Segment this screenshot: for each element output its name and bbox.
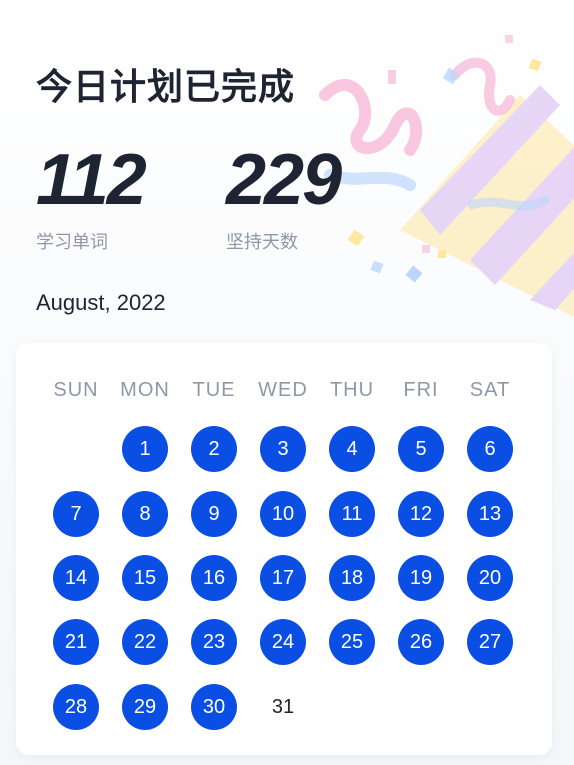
stat-streak-days: 229 坚持天数 xyxy=(226,140,342,254)
calendar-day-completed[interactable]: 21 xyxy=(53,619,99,665)
calendar-day-completed[interactable]: 11 xyxy=(329,491,375,537)
calendar-day-completed[interactable]: 8 xyxy=(122,491,168,537)
weekday-fri: FRI xyxy=(403,379,439,401)
calendar-day-completed[interactable]: 13 xyxy=(467,491,513,537)
page-title: 今日计划已完成 xyxy=(36,67,296,108)
calendar-card: SUN MON TUE WED THU FRI SAT 1 2 3 4 5 6 7 8 9 10 1… xyxy=(16,343,552,755)
calendar-day-completed[interactable]: 1 xyxy=(122,426,168,472)
calendar-day-completed[interactable]: 26 xyxy=(398,619,444,665)
weekday-wed: WED xyxy=(258,379,308,401)
weekday-header: SUN MON TUE WED THU FRI SAT xyxy=(16,379,552,403)
calendar-day-completed[interactable]: 7 xyxy=(53,491,99,537)
calendar-day-completed[interactable]: 29 xyxy=(122,684,168,730)
calendar-day-completed[interactable]: 24 xyxy=(260,619,306,665)
stat-words: 112 学习单词 xyxy=(36,140,147,254)
weekday-mon: MON xyxy=(120,379,170,401)
calendar-day-completed[interactable]: 9 xyxy=(191,491,237,537)
calendar-day-completed[interactable]: 6 xyxy=(467,426,513,472)
calendar-day-completed[interactable]: 30 xyxy=(191,684,237,730)
calendar-day-completed[interactable]: 14 xyxy=(53,555,99,601)
calendar-day-completed[interactable]: 20 xyxy=(467,555,513,601)
calendar-day-completed[interactable]: 27 xyxy=(467,619,513,665)
calendar-day-completed[interactable]: 17 xyxy=(260,555,306,601)
calendar-day-completed[interactable]: 19 xyxy=(398,555,444,601)
calendar-day-completed[interactable]: 15 xyxy=(122,555,168,601)
calendar-day-completed[interactable]: 16 xyxy=(191,555,237,601)
stat-words-label: 学习单词 xyxy=(36,232,108,253)
calendar-day-completed[interactable]: 5 xyxy=(398,426,444,472)
stat-words-value: 112 xyxy=(36,140,147,220)
weekday-sun: SUN xyxy=(53,379,99,401)
calendar-day-completed[interactable]: 18 xyxy=(329,555,375,601)
month-label: August, 2022 xyxy=(36,290,166,315)
weekday-sat: SAT xyxy=(469,379,511,401)
calendar-day-completed[interactable]: 12 xyxy=(398,491,444,537)
calendar-day-completed[interactable]: 28 xyxy=(53,684,99,730)
calendar-day[interactable]: 31 xyxy=(260,684,306,730)
calendar-day-completed[interactable]: 4 xyxy=(329,426,375,472)
stat-days-value: 229 xyxy=(226,140,342,220)
calendar-day-completed[interactable]: 2 xyxy=(191,426,237,472)
weekday-thu: THU xyxy=(329,379,375,401)
stat-days-label: 坚持天数 xyxy=(226,232,298,253)
calendar-day-completed[interactable]: 3 xyxy=(260,426,306,472)
calendar-day-completed[interactable]: 22 xyxy=(122,619,168,665)
weekday-tue: TUE xyxy=(192,379,236,401)
calendar-day-completed[interactable]: 10 xyxy=(260,491,306,537)
calendar-day-completed[interactable]: 23 xyxy=(191,619,237,665)
calendar-day-completed[interactable]: 25 xyxy=(329,619,375,665)
